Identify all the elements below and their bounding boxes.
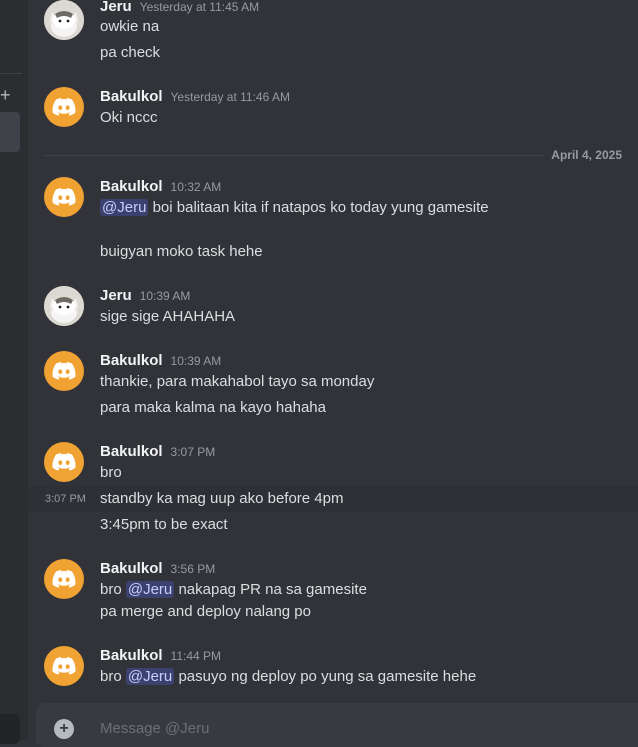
- user-mention[interactable]: @Jeru: [125, 581, 175, 598]
- timestamp[interactable]: Yesterday at 11:45 AM: [140, 0, 259, 14]
- date-divider-label: April 4, 2025: [551, 148, 622, 162]
- message-input[interactable]: Message @Jeru: [100, 720, 209, 737]
- message-group: Bakulkol 3:56 PM bro @Jeru nakapag PR na …: [28, 559, 638, 625]
- message-text: sige sige AHAHAHA: [100, 308, 236, 325]
- message-text: Oki nccc: [100, 109, 158, 126]
- message-text-body: bro: [100, 581, 122, 598]
- add-attachment-icon[interactable]: +: [54, 719, 74, 739]
- discord-avatar-icon[interactable]: [44, 646, 84, 686]
- message-text: standby ka mag uup ako before 4pm: [100, 490, 344, 507]
- discord-avatar-icon[interactable]: [44, 177, 84, 217]
- timestamp[interactable]: Yesterday at 11:46 AM: [171, 90, 290, 104]
- discord-avatar-icon[interactable]: [44, 559, 84, 599]
- message-text: 3:45pm to be exact: [100, 516, 228, 533]
- message-text-body: pasuyo ng deploy po yung sa gamesite heh…: [178, 668, 477, 685]
- message-group: Jeru Yesterday at 11:45 AM owkie na pa ch…: [28, 0, 638, 68]
- message-text-body: boi balitaan kita if natapos ko today yu…: [152, 199, 489, 216]
- discord-avatar-icon[interactable]: [44, 442, 84, 482]
- author-name[interactable]: Jeru: [100, 0, 132, 15]
- message-text: @Jeru boi balitaan kita if natapos ko to…: [100, 199, 489, 216]
- message-group: Bakulkol 11:44 PM bro @Jeru pasuyo ng dep…: [28, 646, 638, 690]
- author-name[interactable]: Bakulkol: [100, 443, 163, 460]
- message-group: Bakulkol 10:32 AM @Jeru boi balitaan kita…: [28, 177, 638, 267]
- message-text-body: nakapag PR na sa gamesite: [178, 581, 367, 598]
- message-group: Jeru 10:39 AM sige sige AHAHAHA: [28, 286, 638, 330]
- timestamp[interactable]: 10:39 AM: [171, 354, 222, 368]
- discord-avatar-icon[interactable]: [44, 351, 84, 391]
- message-text: pa check: [100, 44, 161, 61]
- timestamp[interactable]: 10:32 AM: [171, 180, 222, 194]
- add-icon[interactable]: +: [0, 86, 11, 104]
- author-name[interactable]: Bakulkol: [100, 560, 163, 577]
- timestamp[interactable]: 3:07 PM: [171, 445, 216, 459]
- user-mention[interactable]: @Jeru: [125, 668, 175, 685]
- message-group: Bakulkol 3:07 PM bro standby ka mag uup a…: [28, 442, 638, 538]
- timestamp[interactable]: 11:44 PM: [171, 649, 221, 663]
- timestamp[interactable]: 3:56 PM: [171, 562, 216, 576]
- message-text: para maka kalma na kayo hahaha: [100, 399, 326, 416]
- selected-channel-pill[interactable]: [0, 112, 20, 152]
- message-group: Bakulkol Yesterday at 11:46 AM Oki nccc: [28, 87, 638, 131]
- message-text: bro @Jeru nakapag PR na sa gamesite: [100, 581, 367, 598]
- author-name[interactable]: Bakulkol: [100, 352, 163, 369]
- author-name[interactable]: Bakulkol: [100, 178, 163, 195]
- date-divider: [44, 155, 544, 156]
- message-text: thankie, para makahabol tayo sa monday: [100, 373, 375, 390]
- message-text: pa merge and deploy nalang po: [100, 603, 311, 620]
- user-mention[interactable]: @Jeru: [100, 199, 149, 216]
- sidebar-divider: [0, 73, 22, 74]
- author-name[interactable]: Bakulkol: [100, 88, 163, 105]
- message-text: bro @Jeru pasuyo ng deploy po yung sa ga…: [100, 668, 476, 685]
- message-text: bro: [100, 464, 122, 481]
- author-name[interactable]: Jeru: [100, 287, 132, 304]
- author-name[interactable]: Bakulkol: [100, 647, 163, 664]
- discord-avatar-icon[interactable]: [44, 87, 84, 127]
- message-text-body: bro: [100, 668, 122, 685]
- message-composer[interactable]: + Message @Jeru: [36, 703, 638, 747]
- user-avatar[interactable]: [44, 0, 84, 40]
- message-text: owkie na: [100, 18, 160, 35]
- timestamp[interactable]: 10:39 AM: [140, 289, 191, 303]
- message-text: buigyan moko task hehe: [100, 243, 263, 260]
- server-sidebar: +: [0, 0, 28, 744]
- message-group: Bakulkol 10:39 AM thankie, para makahabol…: [28, 351, 638, 421]
- user-avatar[interactable]: [44, 286, 84, 326]
